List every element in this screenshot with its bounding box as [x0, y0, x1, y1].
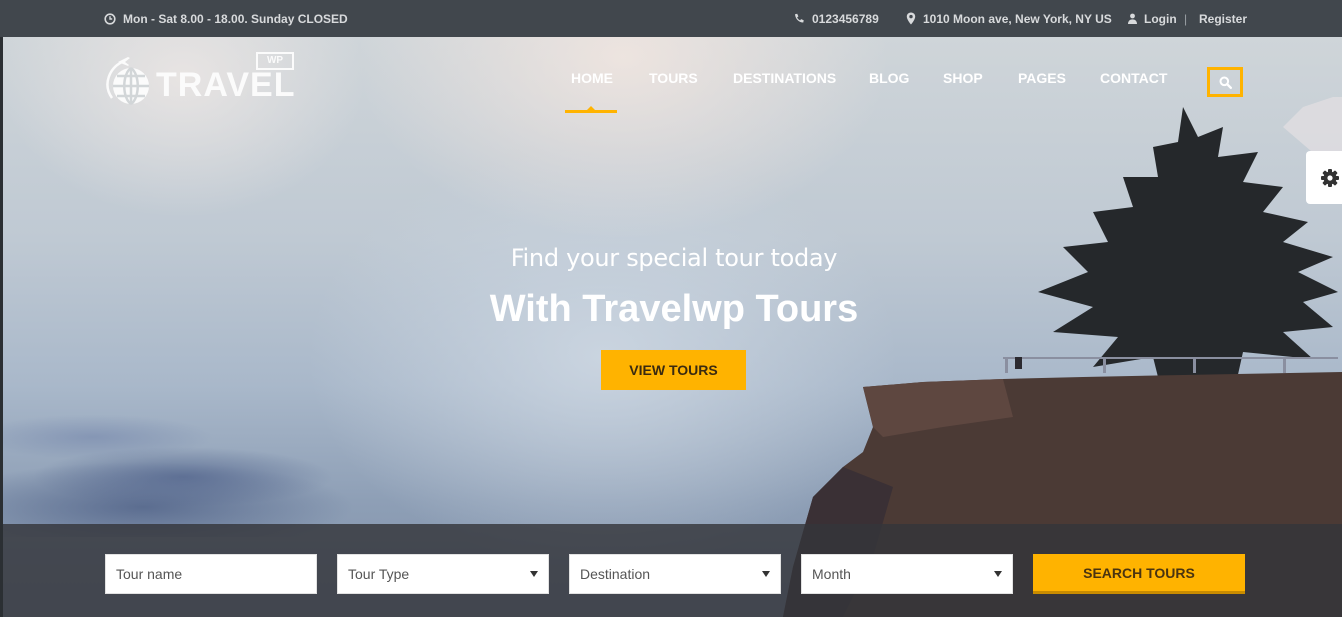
search-tours-button[interactable]: SEARCH TOURS: [1033, 554, 1245, 594]
login-label[interactable]: Login: [1144, 12, 1177, 26]
logo-badge: WP: [256, 52, 294, 70]
phone-number[interactable]: 0123456789: [812, 12, 879, 26]
site-logo[interactable]: TRAVEL WP: [104, 52, 299, 110]
gear-icon: [1321, 168, 1339, 187]
destination-value: Destination: [580, 566, 651, 582]
phone: 0123456789: [793, 0, 879, 37]
month-value: Month: [812, 566, 851, 582]
register-link[interactable]: Register: [1199, 0, 1247, 37]
separator: |: [1184, 11, 1188, 26]
dropdown-arrow-icon: [530, 571, 538, 577]
tour-name-input[interactable]: Tour name: [105, 554, 317, 594]
clock-icon: [104, 12, 116, 25]
opening-hours: Mon - Sat 8.00 - 18.00. Sunday CLOSED: [104, 0, 348, 37]
view-tours-button[interactable]: VIEW TOURS: [601, 350, 746, 390]
nav-shop[interactable]: SHOP: [943, 70, 983, 86]
nav-home[interactable]: HOME: [571, 70, 613, 86]
active-nav-indicator: [565, 106, 617, 113]
hero-subtitle: Find your special tour today: [510, 244, 838, 272]
nav-destinations[interactable]: DESTINATIONS: [733, 70, 836, 86]
sea-waves: [3, 397, 523, 537]
phone-icon: [795, 13, 804, 23]
tour-type-value: Tour Type: [348, 566, 410, 582]
tour-type-select[interactable]: Tour Type: [337, 554, 549, 594]
destination-select[interactable]: Destination: [569, 554, 781, 594]
login-link[interactable]: Login: [1128, 0, 1177, 37]
opening-hours-text: Mon - Sat 8.00 - 18.00. Sunday CLOSED: [123, 11, 348, 26]
dropdown-arrow-icon: [762, 571, 770, 577]
dropdown-arrow-icon: [994, 571, 1002, 577]
top-bar: Mon - Sat 8.00 - 18.00. Sunday CLOSED 01…: [0, 0, 1342, 37]
search-button[interactable]: [1207, 67, 1243, 97]
month-select[interactable]: Month: [801, 554, 1013, 594]
address: 1010 Moon ave, New York, NY US: [906, 0, 1112, 37]
nav-tours[interactable]: TOURS: [649, 70, 698, 86]
nav-blog[interactable]: BLOG: [869, 70, 909, 86]
search-icon: [1219, 76, 1232, 89]
register-label[interactable]: Register: [1199, 12, 1247, 26]
nav-contact[interactable]: CONTACT: [1100, 70, 1167, 86]
map-marker-icon: [906, 12, 916, 25]
logo-text: TRAVEL: [156, 66, 296, 104]
settings-panel-toggle[interactable]: [1306, 151, 1342, 204]
user-icon: [1128, 13, 1137, 24]
address-text: 1010 Moon ave, New York, NY US: [923, 11, 1112, 26]
tour-name-placeholder: Tour name: [116, 566, 183, 582]
nav-pages[interactable]: PAGES: [1018, 70, 1066, 86]
globe-plane-icon: [106, 57, 149, 106]
hero-title: With Travelwp Tours: [489, 288, 859, 330]
